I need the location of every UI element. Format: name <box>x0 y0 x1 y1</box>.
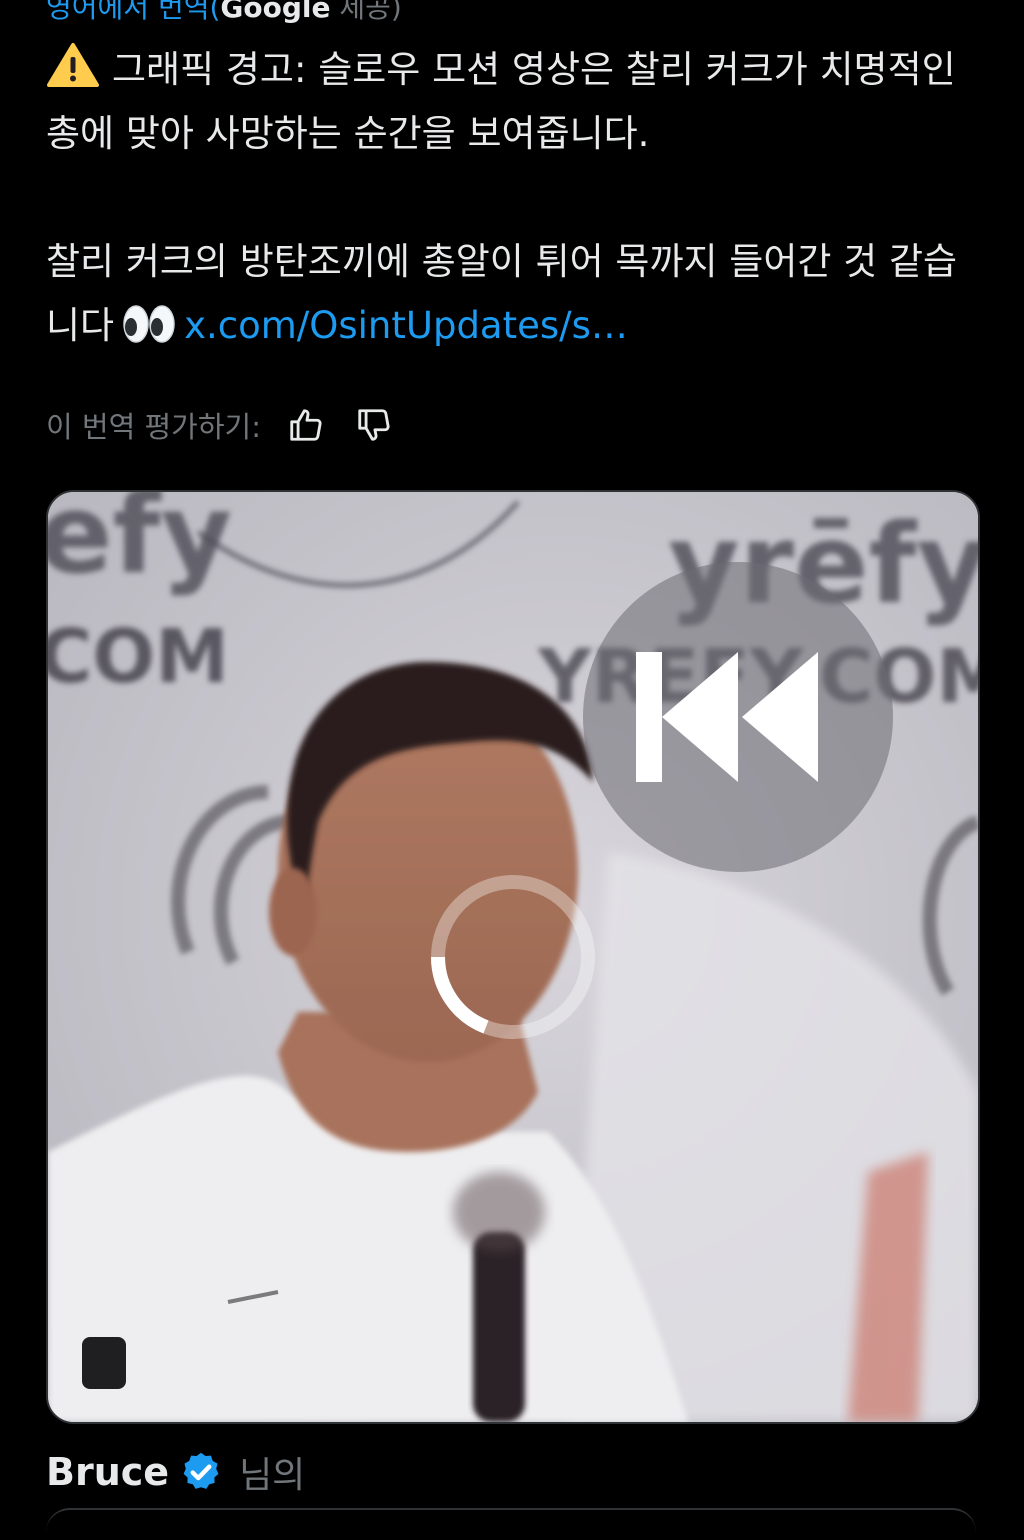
video-frame: efy COM yrēfy YREFY.COM <box>48 492 978 1422</box>
tweet-paragraph-2: 찰리 커크의 방탄조끼에 총알이 튀어 목까지 들어간 것 같습니다 x.com… <box>46 230 986 358</box>
rewind-icon[interactable] <box>583 562 893 872</box>
video-player[interactable]: efy COM yrēfy YREFY.COM <box>46 490 980 1424</box>
author-possessive: 님의 <box>239 1455 306 1496</box>
wall-com-left: COM <box>48 614 229 700</box>
translation-label: 영어에서 번역( <box>46 0 221 24</box>
wall-text-left: efy <box>48 492 232 598</box>
tweet-paragraph-1: 그래픽 경고: 슬로우 모션 영상은 찰리 커크가 치명적인 총에 맞아 사망하… <box>46 38 986 166</box>
tweet-link[interactable]: x.com/OsintUpdates/s… <box>184 304 628 347</box>
thumbs-down-button[interactable] <box>351 402 397 448</box>
tweet-text-1: 그래픽 경고: 슬로우 모션 영상은 찰리 커크가 치명적인 총에 맞아 사망하… <box>46 48 956 155</box>
translation-suffix: 제공) <box>330 0 402 24</box>
thumbs-down-icon <box>358 409 390 441</box>
rate-translation-label: 이 번역 평가하기: <box>46 410 261 444</box>
warning-icon <box>47 43 99 87</box>
translation-provider: Google <box>220 0 331 24</box>
quote-footer[interactable]: Bruce 님의 <box>46 1442 305 1502</box>
thumbs-up-button[interactable] <box>283 402 329 448</box>
eyes-emoji-icon <box>123 305 175 343</box>
rate-translation-row: 이 번역 평가하기: <box>46 400 397 450</box>
stop-icon[interactable] <box>82 1337 126 1389</box>
translation-attribution[interactable]: 영어에서 번역(Google 제공) <box>46 0 402 26</box>
thumbs-up-icon <box>290 409 322 441</box>
quoted-card-edge <box>46 1508 976 1540</box>
tweet-body: 그래픽 경고: 슬로우 모션 영상은 찰리 커크가 치명적인 총에 맞아 사망하… <box>46 38 986 358</box>
verified-badge-icon <box>183 1452 219 1489</box>
author-name[interactable]: Bruce <box>46 1450 169 1494</box>
